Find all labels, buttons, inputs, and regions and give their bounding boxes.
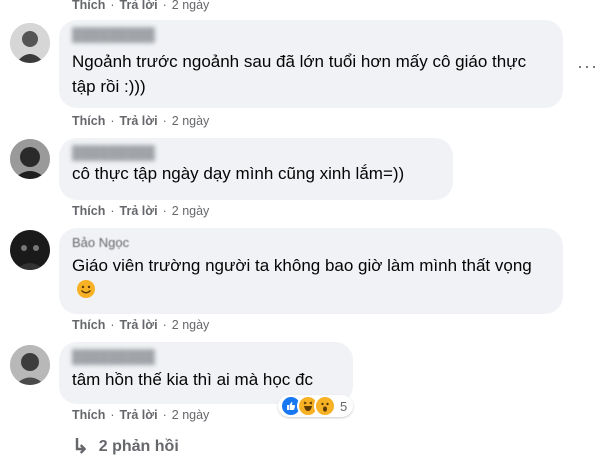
comment-bubble: Bảo Ngọc Giáo viên trường người ta không… — [59, 228, 563, 314]
like-link[interactable]: Thích — [72, 204, 105, 218]
comment-bubble: █████████ cô thực tập ngày dạy mình cũng… — [59, 138, 453, 200]
more-options-icon[interactable]: ··· — [577, 56, 598, 77]
timestamp[interactable]: 2 ngày — [172, 0, 210, 12]
reply-link[interactable]: Trả lời — [120, 114, 158, 128]
timestamp[interactable]: 2 ngày — [172, 114, 210, 128]
reply-link[interactable]: Trả lời — [120, 204, 158, 218]
comment-author[interactable]: █████████ — [72, 27, 550, 43]
comment-actions: Thích · Trả lời · 2 ngày — [72, 204, 210, 218]
comment-actions: Thích · Trả lời · 2 ngày — [72, 408, 210, 422]
avatar[interactable] — [10, 23, 50, 63]
comment-author[interactable]: █████████ — [72, 349, 340, 365]
replies-count-label: 2 phản hồi — [98, 437, 179, 455]
timestamp[interactable]: 2 ngày — [172, 204, 210, 218]
comment-actions: Thích · Trả lời · 2 ngày — [72, 318, 210, 332]
comment-author[interactable]: Bảo Ngọc — [72, 235, 550, 251]
reaction-count: 5 — [340, 398, 348, 414]
comment-text: Ngoảnh trước ngoảnh sau đã lớn tuổi hơn … — [72, 52, 527, 96]
reply-link[interactable]: Trả lời — [120, 0, 158, 12]
timestamp[interactable]: 2 ngày — [172, 318, 210, 332]
comment-author[interactable]: █████████ — [72, 145, 440, 161]
reply-link[interactable]: Trả lời — [120, 318, 158, 332]
reply-arrow-icon: ↳ — [72, 436, 89, 458]
comment-actions: Thích · Trả lời · 2 ngày — [72, 114, 210, 128]
comment-text-block: Giáo viên trường người ta không bao giờ … — [72, 253, 550, 303]
comment-actions: Thích · Trả lời · 2 ngày — [72, 0, 210, 12]
view-replies-link[interactable]: ↳ 2 phản hồi — [72, 434, 179, 459]
like-link[interactable]: Thích — [72, 0, 105, 12]
timestamp[interactable]: 2 ngày — [172, 408, 210, 422]
avatar[interactable] — [10, 230, 50, 270]
avatar[interactable] — [10, 139, 50, 179]
avatar[interactable] — [10, 345, 50, 385]
like-link[interactable]: Thích — [72, 114, 105, 128]
like-link[interactable]: Thích — [72, 408, 105, 422]
like-link[interactable]: Thích — [72, 318, 105, 332]
smiling-face-icon — [77, 280, 95, 298]
comment-text: Giáo viên trường người ta không bao giờ … — [72, 256, 532, 275]
comment-text: tâm hồn thế kia thì ai mà học đc — [72, 370, 313, 389]
comment-text: cô thực tập ngày dạy mình cũng xinh lắm=… — [72, 164, 405, 183]
reaction-summary[interactable]: 5 — [278, 395, 354, 417]
reply-link[interactable]: Trả lời — [120, 408, 158, 422]
comment-bubble: █████████ Ngoảnh trước ngoảnh sau đã lớn… — [59, 20, 563, 108]
wow-reaction-icon — [314, 395, 336, 417]
